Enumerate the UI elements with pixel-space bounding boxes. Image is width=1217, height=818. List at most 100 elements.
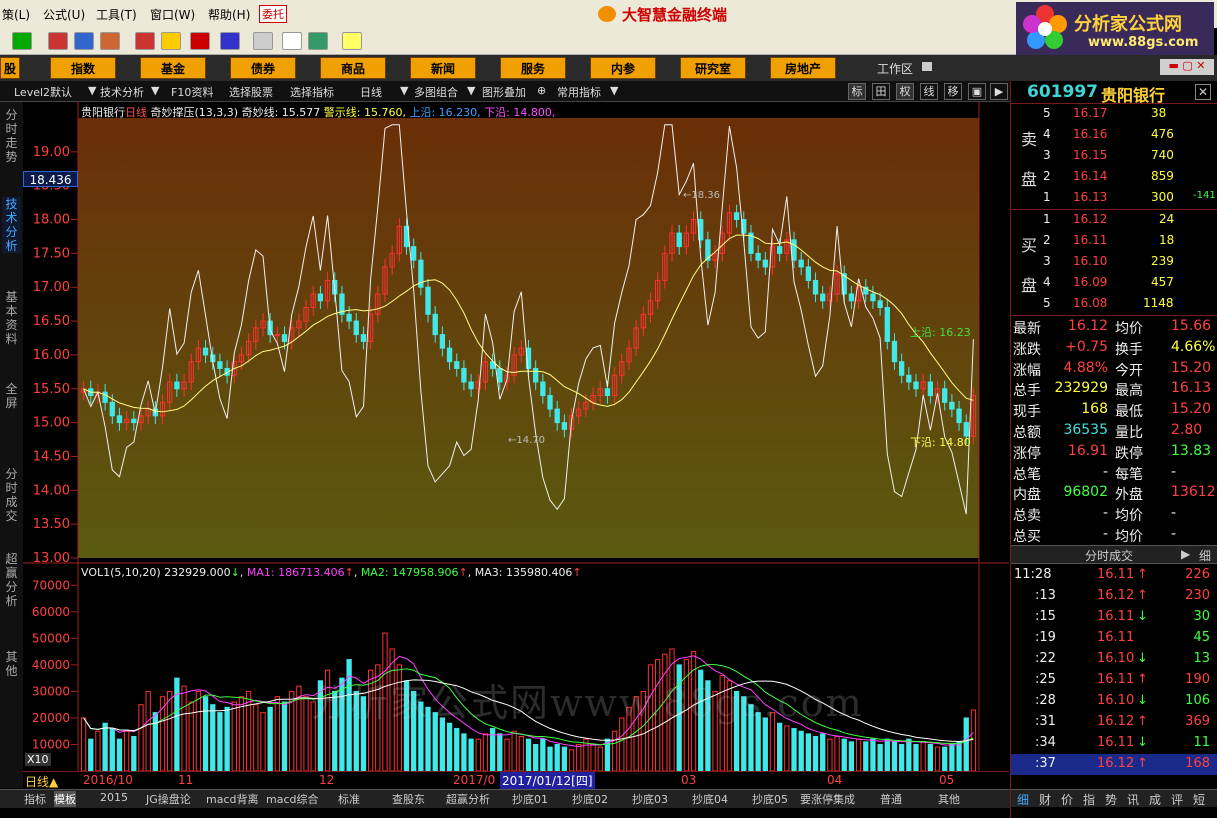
trade-row: :22 16.10 ↓ 13 <box>1011 649 1217 670</box>
bottom-tab[interactable]: 标准 <box>338 791 360 807</box>
bottom-tab[interactable]: 抄底05 <box>752 791 788 807</box>
toolbar-icon[interactable] <box>190 32 210 50</box>
dropdown-icon[interactable]: ▼ <box>88 84 96 97</box>
tool-button[interactable]: 权 <box>896 83 914 100</box>
nav-item[interactable]: 新闻 <box>410 57 476 79</box>
toolbar-icon[interactable] <box>308 32 328 50</box>
panel-tab[interactable]: 评 <box>1171 791 1183 808</box>
quote-row: 总额 36535 量比 2.80 <box>1011 421 1217 442</box>
bottom-tab[interactable]: 指标 <box>24 791 46 807</box>
bottom-tab[interactable]: 抄底01 <box>512 791 548 807</box>
bottom-tab[interactable]: 抄底04 <box>692 791 728 807</box>
nav-item[interactable]: 内参 <box>590 57 656 79</box>
toolbar-icon[interactable] <box>12 32 32 50</box>
dropdown-icon[interactable] <box>922 62 932 71</box>
panel-tab[interactable]: 财 <box>1039 791 1051 808</box>
nav-item[interactable]: 股 <box>0 57 20 79</box>
window-controls[interactable]: ▬ ▢ ✕ <box>1160 59 1214 75</box>
nav-item[interactable]: 债券 <box>230 57 296 79</box>
tool-button[interactable]: 标 <box>848 83 866 100</box>
period-button[interactable]: 日线 <box>360 84 382 100</box>
bottom-tab[interactable]: 超赢分析 <box>446 791 490 807</box>
bottom-tab[interactable]: macd综合 <box>266 791 319 807</box>
candle <box>317 293 324 302</box>
dropdown-icon[interactable]: ▼ <box>151 84 159 97</box>
left-tab[interactable]: 超赢分析 <box>2 552 21 608</box>
dropdown-icon[interactable]: ▼ <box>467 84 475 97</box>
nav-item[interactable]: 研究室 <box>680 57 746 79</box>
panel-tab[interactable]: 成 <box>1149 791 1161 808</box>
toolbar-icon[interactable] <box>253 32 273 50</box>
window-icon[interactable] <box>282 32 302 50</box>
select-indicator-button[interactable]: 选择指标 <box>290 84 334 100</box>
select-stock-button[interactable]: 选择股票 <box>229 84 273 100</box>
candle <box>454 361 460 369</box>
volume-bar <box>942 746 948 772</box>
dropdown-icon[interactable]: ▼ <box>610 84 618 97</box>
volume-tick-label: 20000 <box>32 711 70 725</box>
toolbar-icon[interactable] <box>48 32 68 50</box>
common-indicator-button[interactable]: 常用指标 <box>557 84 601 100</box>
toolbar-icon[interactable] <box>100 32 120 50</box>
ma3-value: MA3: 135980.406 <box>474 566 573 579</box>
bottom-tab[interactable]: 模板 <box>54 791 76 807</box>
panel-tab[interactable]: 价 <box>1061 791 1073 808</box>
panel-tab[interactable]: 细 <box>1017 791 1029 808</box>
tool-button[interactable]: 田 <box>872 83 890 100</box>
menu-item[interactable]: 策(L) <box>2 6 30 23</box>
entrust-button[interactable]: 委托 <box>259 5 287 23</box>
bottom-tab[interactable]: 其他 <box>938 791 960 807</box>
left-tab[interactable]: 基本资料 <box>2 290 21 346</box>
panel-tab[interactable]: 短 <box>1193 791 1205 808</box>
workspace-button[interactable]: 工作区 <box>877 60 913 77</box>
price-tick-label: 13.50 <box>33 517 70 532</box>
close-icon[interactable]: ✕ <box>1195 84 1211 100</box>
menu-item[interactable]: 公式(U) <box>43 6 85 23</box>
toolbar-icon[interactable] <box>135 32 155 50</box>
help-cursor-icon[interactable] <box>342 32 362 50</box>
lock-icon[interactable]: ⊕ <box>537 84 546 97</box>
bottom-tab[interactable]: 抄底02 <box>572 791 608 807</box>
dropdown-icon[interactable]: ▼ <box>400 84 408 97</box>
f10-button[interactable]: F10资料 <box>171 84 213 100</box>
left-tab[interactable]: 分时走势 <box>2 108 21 164</box>
period-indicator[interactable]: 日线▲ <box>25 773 58 790</box>
level2-select[interactable]: Level2默认 <box>14 84 72 100</box>
toolbar-icon[interactable] <box>161 32 181 50</box>
bottom-tab[interactable]: 普通 <box>880 791 902 807</box>
detail-button[interactable]: 细 <box>1199 547 1211 564</box>
panel-tab[interactable]: 指 <box>1083 791 1095 808</box>
play-icon[interactable]: ▶ <box>1181 547 1190 561</box>
tool-button[interactable]: 移 <box>944 83 962 100</box>
bottom-tab[interactable]: JG操盘论 <box>146 791 191 807</box>
panel-tab[interactable]: 势 <box>1105 791 1117 808</box>
nav-item[interactable]: 基金 <box>140 57 206 79</box>
bottom-tab[interactable]: macd背离 <box>206 791 259 807</box>
left-tab[interactable]: 其他 <box>2 650 21 678</box>
bottom-tab[interactable]: 2015 <box>100 791 128 804</box>
tool-button[interactable]: 线 <box>920 83 938 100</box>
menu-item[interactable]: 窗口(W) <box>150 6 195 23</box>
nav-item[interactable]: 房地产 <box>770 57 836 79</box>
menu-item[interactable]: 工具(T) <box>96 6 137 23</box>
trade-price: 16.11 <box>1097 567 1135 582</box>
bottom-tab[interactable]: 要涨停集成 <box>800 791 855 807</box>
binoculars-icon[interactable] <box>74 32 94 50</box>
bottom-tab[interactable]: 查股东 <box>392 791 425 807</box>
nav-item[interactable]: 服务 <box>500 57 566 79</box>
left-tab[interactable]: 全屏 <box>2 382 21 410</box>
nav-item[interactable]: 商品 <box>320 57 386 79</box>
toolbar-icon[interactable] <box>220 32 240 50</box>
expand-icon[interactable]: ▶ <box>990 83 1008 100</box>
menu-item[interactable]: 帮助(H) <box>208 6 250 23</box>
nav-item[interactable]: 指数 <box>50 57 116 79</box>
restore-icon[interactable]: ▣ <box>968 83 986 100</box>
multi-chart-button[interactable]: 多图组合 <box>414 84 458 100</box>
left-tab[interactable]: 技术分析 <box>2 197 21 253</box>
overlay-button[interactable]: 图形叠加 <box>482 84 526 100</box>
bottom-tab[interactable]: 抄底03 <box>632 791 668 807</box>
candle <box>891 340 898 363</box>
panel-tab[interactable]: 讯 <box>1127 791 1139 808</box>
left-tab[interactable]: 分时成交 <box>2 467 21 523</box>
tech-analysis-button[interactable]: 技术分析 <box>100 84 144 100</box>
